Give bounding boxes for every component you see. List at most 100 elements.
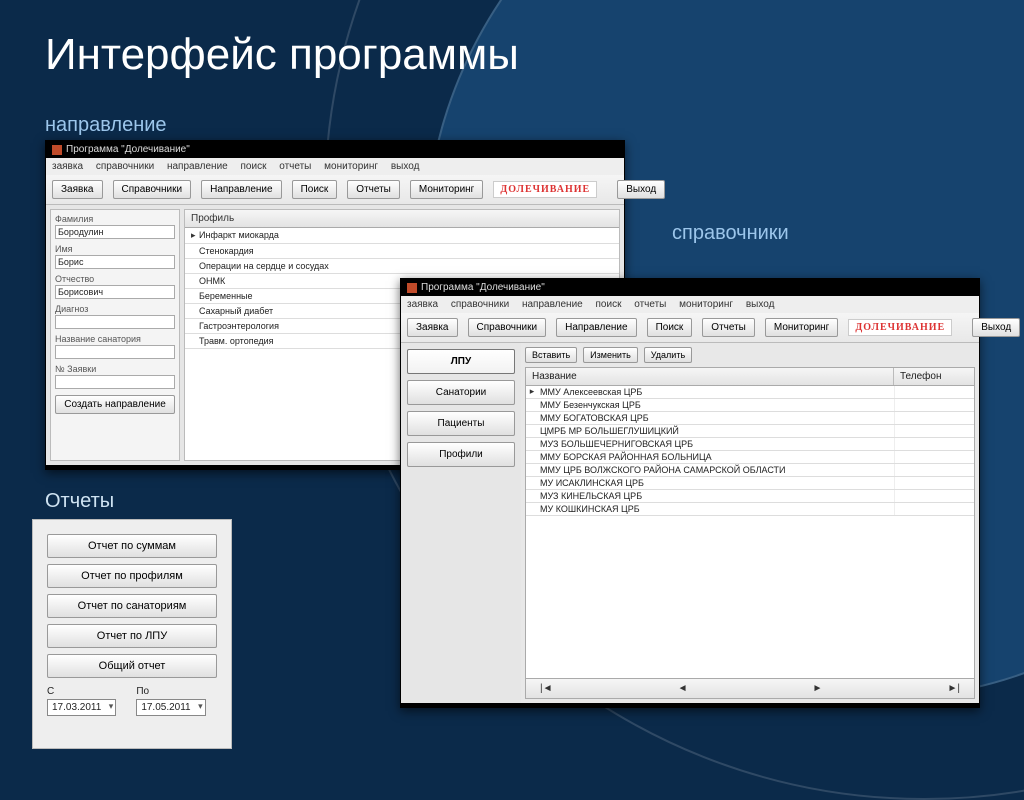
- col-phone[interactable]: Телефон: [894, 368, 974, 385]
- table-row[interactable]: ЦМРБ МР БОЛЬШЕГЛУШИЦКИЙ: [526, 425, 974, 438]
- cell: ОНМК: [199, 276, 225, 286]
- table-row[interactable]: ММУ БОГАТОВСКАЯ ЦРБ: [526, 412, 974, 425]
- menubar: заявка справочники направление поиск отч…: [46, 158, 624, 175]
- toolbar-exit[interactable]: Выход: [972, 318, 1020, 337]
- delete-button[interactable]: Удалить: [644, 347, 692, 363]
- side-sanatorii[interactable]: Санатории: [407, 380, 515, 405]
- update-button[interactable]: Изменить: [583, 347, 638, 363]
- toolbar-monitoring[interactable]: Мониторинг: [765, 318, 838, 337]
- toolbar-zayavka[interactable]: Заявка: [407, 318, 458, 337]
- toolbar-spravochniki[interactable]: Справочники: [113, 180, 192, 199]
- badge-dolechivanie: ДОЛЕЧИВАНИЕ: [848, 319, 952, 336]
- crud-bar: Вставить Изменить Удалить: [525, 347, 975, 363]
- label-otchestvo: Отчество: [53, 272, 177, 284]
- table-row[interactable]: МУЗ КИНЕЛЬСКАЯ ЦРБ: [526, 490, 974, 503]
- cell-name: МУЗ БОЛЬШЕЧЕРНИГОВСКАЯ ЦРБ: [538, 438, 894, 450]
- cell: Беременные: [199, 291, 253, 301]
- table-row[interactable]: МУ КОШКИНСКАЯ ЦРБ: [526, 503, 974, 516]
- menu-item[interactable]: заявка: [52, 161, 83, 172]
- menu-item[interactable]: мониторинг: [679, 299, 733, 310]
- menu-item[interactable]: справочники: [451, 299, 509, 310]
- side-nav: ЛПУ Санатории Пациенты Профили: [401, 343, 521, 703]
- table-row[interactable]: ▸ММУ Алексеевская ЦРБ: [526, 386, 974, 399]
- toolbar-napravlenie[interactable]: Направление: [201, 180, 281, 199]
- cell-name: ММУ ЦРБ ВОЛЖСКОГО РАЙОНА САМАРСКОЙ ОБЛАС…: [538, 464, 894, 476]
- report-sanat-button[interactable]: Отчет по санаториям: [47, 594, 217, 618]
- cell-name: ММУ БОРСКАЯ РАЙОННАЯ БОЛЬНИЦА: [538, 451, 894, 463]
- nav-next-icon[interactable]: ►: [803, 683, 833, 694]
- report-lpu-button[interactable]: Отчет по ЛПУ: [47, 624, 217, 648]
- toolbar-exit[interactable]: Выход: [617, 180, 665, 199]
- label-zayavka-no: № Заявки: [53, 362, 177, 374]
- report-common-button[interactable]: Общий отчет: [47, 654, 217, 678]
- menu-item[interactable]: направление: [167, 161, 228, 172]
- cell: Стенокардия: [199, 246, 254, 256]
- table-header: Название Телефон: [526, 368, 974, 386]
- toolbar-otchety[interactable]: Отчеты: [702, 318, 755, 337]
- cell-name: ММУ БОГАТОВСКАЯ ЦРБ: [538, 412, 894, 424]
- input-familia[interactable]: Бородулин: [55, 225, 175, 239]
- grid-row[interactable]: Операции на сердце и сосудах: [185, 259, 619, 274]
- menu-item[interactable]: отчеты: [634, 299, 666, 310]
- menu-item[interactable]: мониторинг: [324, 161, 378, 172]
- grid-row[interactable]: Стенокардия: [185, 244, 619, 259]
- table-row[interactable]: МУЗ БОЛЬШЕЧЕРНИГОВСКАЯ ЦРБ: [526, 438, 974, 451]
- insert-button[interactable]: Вставить: [525, 347, 577, 363]
- form-panel: Фамилия Бородулин Имя Борис Отчество Бор…: [50, 209, 180, 461]
- report-summ-button[interactable]: Отчет по суммам: [47, 534, 217, 558]
- badge-dolechivanie: ДОЛЕЧИВАНИЕ: [493, 181, 597, 198]
- titlebar[interactable]: Программа "Долечивание": [401, 279, 979, 296]
- menu-item[interactable]: поиск: [241, 161, 267, 172]
- input-diagnoz[interactable]: [55, 315, 175, 329]
- menu-item[interactable]: направление: [522, 299, 583, 310]
- grid-row[interactable]: ▸Инфаркт миокарда: [185, 228, 619, 244]
- reports-panel: Отчет по суммам Отчет по профилям Отчет …: [32, 519, 232, 749]
- grid-header-profil[interactable]: Профиль: [185, 210, 619, 228]
- create-napravlenie-button[interactable]: Создать направление: [55, 395, 175, 414]
- nav-prev-icon[interactable]: ◄: [668, 683, 698, 694]
- cell-name: МУЗ КИНЕЛЬСКАЯ ЦРБ: [538, 490, 894, 502]
- toolbar-spravochniki[interactable]: Справочники: [468, 318, 547, 337]
- input-imya[interactable]: Борис: [55, 255, 175, 269]
- menu-item[interactable]: выход: [391, 161, 420, 172]
- table-row[interactable]: ММУ Безенчукская ЦРБ: [526, 399, 974, 412]
- toolbar-monitoring[interactable]: Мониторинг: [410, 180, 483, 199]
- menu-item[interactable]: отчеты: [279, 161, 311, 172]
- toolbar-poisk[interactable]: Поиск: [647, 318, 693, 337]
- nav-first-icon[interactable]: |◄: [530, 683, 563, 694]
- row-indicator-icon: ▸: [191, 230, 199, 241]
- side-pacienty[interactable]: Пациенты: [407, 411, 515, 436]
- input-otchestvo[interactable]: Борисович: [55, 285, 175, 299]
- input-sanatoriy[interactable]: [55, 345, 175, 359]
- date-from-picker[interactable]: 17.03.2011: [47, 699, 116, 716]
- toolbar: Заявка Справочники Направление Поиск Отч…: [401, 313, 979, 343]
- titlebar[interactable]: Программа "Долечивание": [46, 141, 624, 158]
- date-to-picker[interactable]: 17.05.2011: [136, 699, 205, 716]
- menu-item[interactable]: выход: [746, 299, 775, 310]
- nav-last-icon[interactable]: ►|: [938, 683, 971, 694]
- label-familia: Фамилия: [53, 212, 177, 224]
- app-icon: [407, 283, 417, 293]
- cell: Операции на сердце и сосудах: [199, 261, 329, 271]
- toolbar-poisk[interactable]: Поиск: [292, 180, 338, 199]
- cell: Травм. ортопедия: [199, 336, 274, 346]
- menu-item[interactable]: справочники: [96, 161, 154, 172]
- toolbar-otchety[interactable]: Отчеты: [347, 180, 400, 199]
- menu-item[interactable]: поиск: [596, 299, 622, 310]
- toolbar-zayavka[interactable]: Заявка: [52, 180, 103, 199]
- window-title: Программа "Долечивание": [421, 282, 545, 293]
- col-name[interactable]: Название: [526, 368, 894, 385]
- db-navigator: |◄ ◄ ► ►|: [526, 678, 974, 698]
- label-diagnoz: Диагноз: [53, 302, 177, 314]
- table-row[interactable]: МУ ИСАКЛИНСКАЯ ЦРБ: [526, 477, 974, 490]
- menu-item[interactable]: заявка: [407, 299, 438, 310]
- side-lpu[interactable]: ЛПУ: [407, 349, 515, 374]
- table-row[interactable]: ММУ ЦРБ ВОЛЖСКОГО РАЙОНА САМАРСКОЙ ОБЛАС…: [526, 464, 974, 477]
- side-profili[interactable]: Профили: [407, 442, 515, 467]
- label-date-from: С: [47, 686, 116, 697]
- table-row[interactable]: ММУ БОРСКАЯ РАЙОННАЯ БОЛЬНИЦА: [526, 451, 974, 464]
- caption-napravlenie: направление: [45, 114, 167, 137]
- toolbar-napravlenie[interactable]: Направление: [556, 318, 636, 337]
- input-zayavka-no[interactable]: [55, 375, 175, 389]
- report-profil-button[interactable]: Отчет по профилям: [47, 564, 217, 588]
